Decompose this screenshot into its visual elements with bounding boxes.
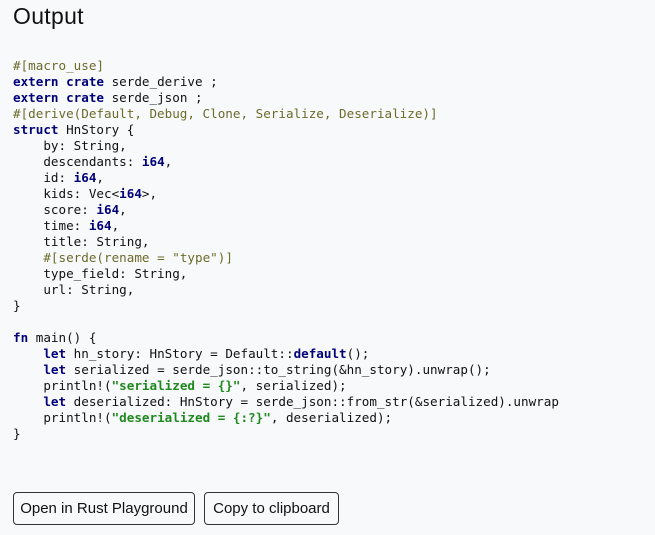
code-line: url: String, bbox=[13, 282, 613, 298]
code-text: kids: Vec< bbox=[13, 186, 120, 201]
code-text: descendants: bbox=[13, 154, 142, 169]
code-keyword: extern bbox=[13, 74, 59, 89]
code-text: , serialized); bbox=[240, 378, 347, 393]
code-text: id: bbox=[13, 170, 74, 185]
page-title: Output bbox=[13, 3, 84, 29]
code-text: , deserialized); bbox=[270, 410, 393, 425]
code-line: extern crate serde_json ; bbox=[13, 90, 613, 106]
open-in-rust-playground-button[interactable]: Open in Rust Playground bbox=[13, 492, 195, 525]
code-line: #[serde(rename = "type")] bbox=[13, 250, 613, 266]
code-text: >, bbox=[141, 186, 158, 201]
code-attribute: #[derive(Default, Debug, Clone, Serializ… bbox=[13, 106, 438, 121]
code-text: (); bbox=[346, 346, 370, 361]
code-text: } bbox=[13, 298, 21, 313]
code-line: println!("deserialized = {:?}", deserial… bbox=[13, 410, 613, 426]
code-line: #[derive(Default, Debug, Clone, Serializ… bbox=[13, 106, 613, 122]
code-line: let deserialized: HnStory = serde_json::… bbox=[13, 394, 613, 410]
code-text: main() { bbox=[28, 330, 97, 345]
code-line: #[macro_use] bbox=[13, 58, 613, 74]
code-text: serde_derive ; bbox=[104, 74, 218, 89]
code-keyword: i64 bbox=[141, 154, 165, 169]
code-text: , bbox=[164, 154, 173, 169]
code-keyword: let bbox=[43, 346, 67, 361]
code-line: println!("serialized = {}", serialized); bbox=[13, 378, 613, 394]
code-keyword: let bbox=[43, 362, 67, 377]
code-text: serde_json ; bbox=[104, 90, 203, 105]
code-keyword: struct bbox=[13, 122, 59, 137]
code-text: type_field: String, bbox=[13, 266, 188, 281]
code-line: type_field: String, bbox=[13, 266, 613, 282]
code-text: time: bbox=[13, 218, 89, 233]
code-line: score: i64, bbox=[13, 202, 613, 218]
code-line: } bbox=[13, 298, 613, 314]
code-text: } bbox=[13, 426, 21, 441]
code-text: serialized = serde_json::to_string(&hn_s… bbox=[66, 362, 491, 377]
code-line: fn main() { bbox=[13, 330, 613, 346]
code-keyword: crate bbox=[66, 74, 105, 89]
code-text: , bbox=[96, 170, 105, 185]
code-line: kids: Vec<i64>, bbox=[13, 186, 613, 202]
code-keyword: i64 bbox=[119, 186, 142, 201]
code-line: by: String, bbox=[13, 138, 613, 154]
code-text: deserialized: HnStory = serde_json::from… bbox=[66, 394, 559, 409]
code-text: hn_story: HnStory = Default:: bbox=[66, 346, 294, 361]
code-keyword: default bbox=[293, 346, 347, 361]
code-block: #[macro_use] extern crate serde_derive ; e… bbox=[13, 58, 613, 442]
code-keyword: let bbox=[43, 394, 67, 409]
code-line: descendants: i64, bbox=[13, 154, 613, 170]
code-line: time: i64, bbox=[13, 218, 613, 234]
code-line: struct HnStory { bbox=[13, 122, 613, 138]
code-line: let serialized = serde_json::to_string(&… bbox=[13, 362, 613, 378]
code-text: by: String, bbox=[13, 138, 127, 153]
code-line: id: i64, bbox=[13, 170, 613, 186]
code-text: HnStory { bbox=[58, 122, 135, 137]
code-line: let hn_story: HnStory = Default::default… bbox=[13, 346, 613, 362]
code-string: "serialized = {}" bbox=[111, 378, 241, 393]
code-keyword: i64 bbox=[96, 202, 120, 217]
code-text: println!( bbox=[13, 410, 112, 425]
code-text: title: String, bbox=[13, 234, 150, 249]
code-text: url: String, bbox=[13, 282, 135, 297]
code-keyword: i64 bbox=[73, 170, 97, 185]
code-line: title: String, bbox=[13, 234, 613, 250]
code-text: , bbox=[119, 202, 127, 217]
code-keyword: fn bbox=[13, 330, 29, 345]
code-keyword: extern bbox=[13, 90, 59, 105]
code-keyword: i64 bbox=[88, 218, 112, 233]
code-attribute: #[macro_use] bbox=[13, 58, 104, 73]
code-line: extern crate serde_derive ; bbox=[13, 74, 613, 90]
code-text: , bbox=[111, 218, 120, 233]
copy-to-clipboard-button[interactable]: Copy to clipboard bbox=[204, 492, 339, 525]
code-text: println!( bbox=[13, 378, 112, 393]
code-line: } bbox=[13, 426, 613, 442]
code-attribute: #[serde(rename = "type")] bbox=[43, 250, 233, 265]
code-text: score: bbox=[13, 202, 97, 217]
code-keyword: crate bbox=[66, 90, 105, 105]
code-string: "deserialized = {:?}" bbox=[111, 410, 271, 425]
